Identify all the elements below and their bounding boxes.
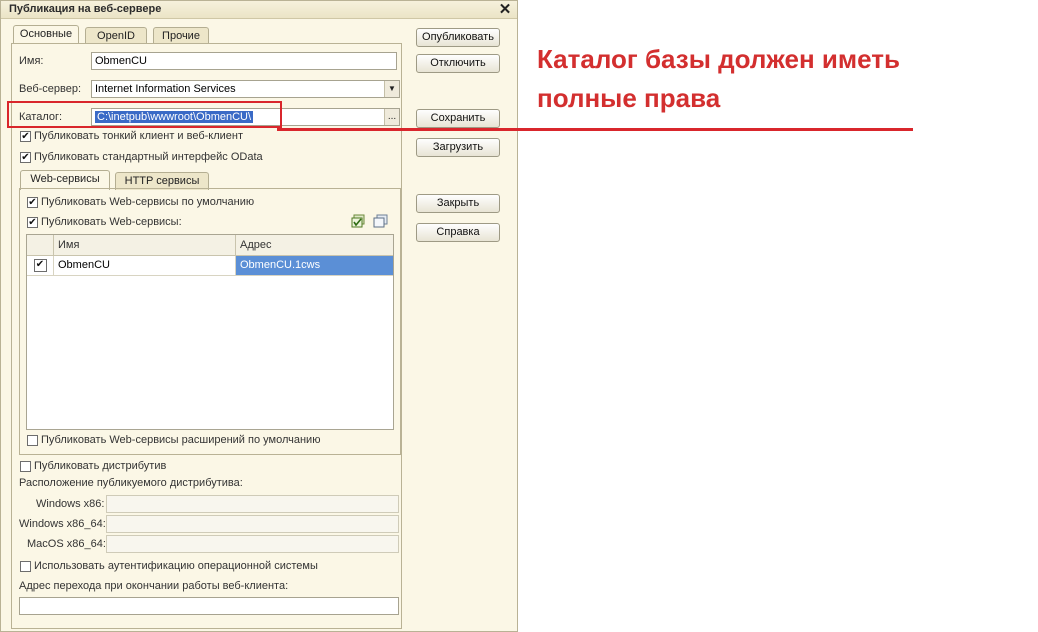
distrib-location-label: Расположение публикуемого дистрибутива: [19,477,243,489]
win86-input[interactable] [106,495,399,513]
macos-label: MacOS x86_64: [27,538,106,550]
disable-button[interactable]: Отключить [416,54,500,73]
webservices-table: Имя Адрес ✔ ObmenCU ObmenCU.1cws [26,234,394,430]
thin-client-label: Публиковать тонкий клиент и веб-клиент [34,130,244,142]
name-input[interactable]: ObmenCU [91,52,397,70]
macos-input[interactable] [106,535,399,553]
window-title: Публикация на веб-сервере [9,3,162,15]
chevron-down-icon[interactable]: ▼ [384,81,399,97]
win86-label: Windows x86: [36,498,105,510]
exit-url-label: Адрес перехода при окончании работы веб-… [19,580,289,592]
title-bar: Публикация на веб-сервере ✕ [1,1,517,19]
exit-url-input[interactable] [19,597,399,615]
check-all-icon[interactable] [351,214,366,229]
publish-distrib-label: Публиковать дистрибутив [34,460,167,472]
webserver-label: Веб-сервер: [19,83,82,95]
close-icon[interactable]: ✕ [496,1,514,19]
annotation-line-1: Каталог базы должен иметь [537,44,900,74]
os-auth-checkbox[interactable] [20,561,31,572]
annotation-highlight-box [7,101,282,128]
row-address-cell[interactable]: ObmenCU.1cws [235,255,393,276]
odata-label: Публиковать стандартный интерфейс OData [34,151,263,163]
publish-services-label: Публиковать Web-сервисы: [41,216,182,228]
os-auth-label: Использовать аутентификацию операционной… [34,560,318,572]
webserver-select-value: Internet Information Services [95,83,236,95]
win64-label: Windows x86_64: [19,518,106,530]
thin-client-checkbox[interactable]: ✔ [20,131,31,142]
row-checkbox[interactable]: ✔ [33,259,47,272]
tab-main[interactable]: Основные [13,25,79,45]
table-header-name: Имя [53,235,236,256]
row-check-cell[interactable]: ✔ [27,255,54,276]
odata-checkbox[interactable]: ✔ [20,152,31,163]
row-name-cell: ObmenCU [53,255,236,276]
table-header-check [27,235,54,256]
uncheck-all-icon[interactable] [373,214,388,229]
browse-button[interactable]: ... [384,109,399,125]
webserver-select[interactable]: Internet Information Services ▼ [91,80,400,98]
load-button[interactable]: Загрузить [416,138,500,157]
name-input-value: ObmenCU [95,55,147,67]
win64-input[interactable] [106,515,399,533]
publish-extensions-checkbox[interactable] [27,435,38,446]
publish-default-label: Публиковать Web-сервисы по умолчанию [41,196,255,208]
tab-webservices[interactable]: Web-сервисы [20,170,110,190]
annotation-underline [277,128,913,131]
publish-button[interactable]: Опубликовать [416,28,500,47]
table-row[interactable]: ✔ ObmenCU ObmenCU.1cws [27,255,393,276]
publish-distrib-checkbox[interactable] [20,461,31,472]
publish-dialog: Публикация на веб-сервере ✕ Основные Ope… [0,0,518,632]
annotation-line-2: полные права [537,83,721,113]
publish-default-checkbox[interactable]: ✔ [27,197,38,208]
annotation-text: Каталог базы должен иметь полные права [537,40,997,118]
publish-services-checkbox[interactable]: ✔ [27,217,38,228]
close-button[interactable]: Закрыть [416,194,500,213]
table-header-address: Адрес [235,235,393,256]
save-button[interactable]: Сохранить [416,109,500,128]
publish-extensions-label: Публиковать Web-сервисы расширений по ум… [41,434,321,446]
help-button[interactable]: Справка [416,223,500,242]
name-label: Имя: [19,55,44,67]
